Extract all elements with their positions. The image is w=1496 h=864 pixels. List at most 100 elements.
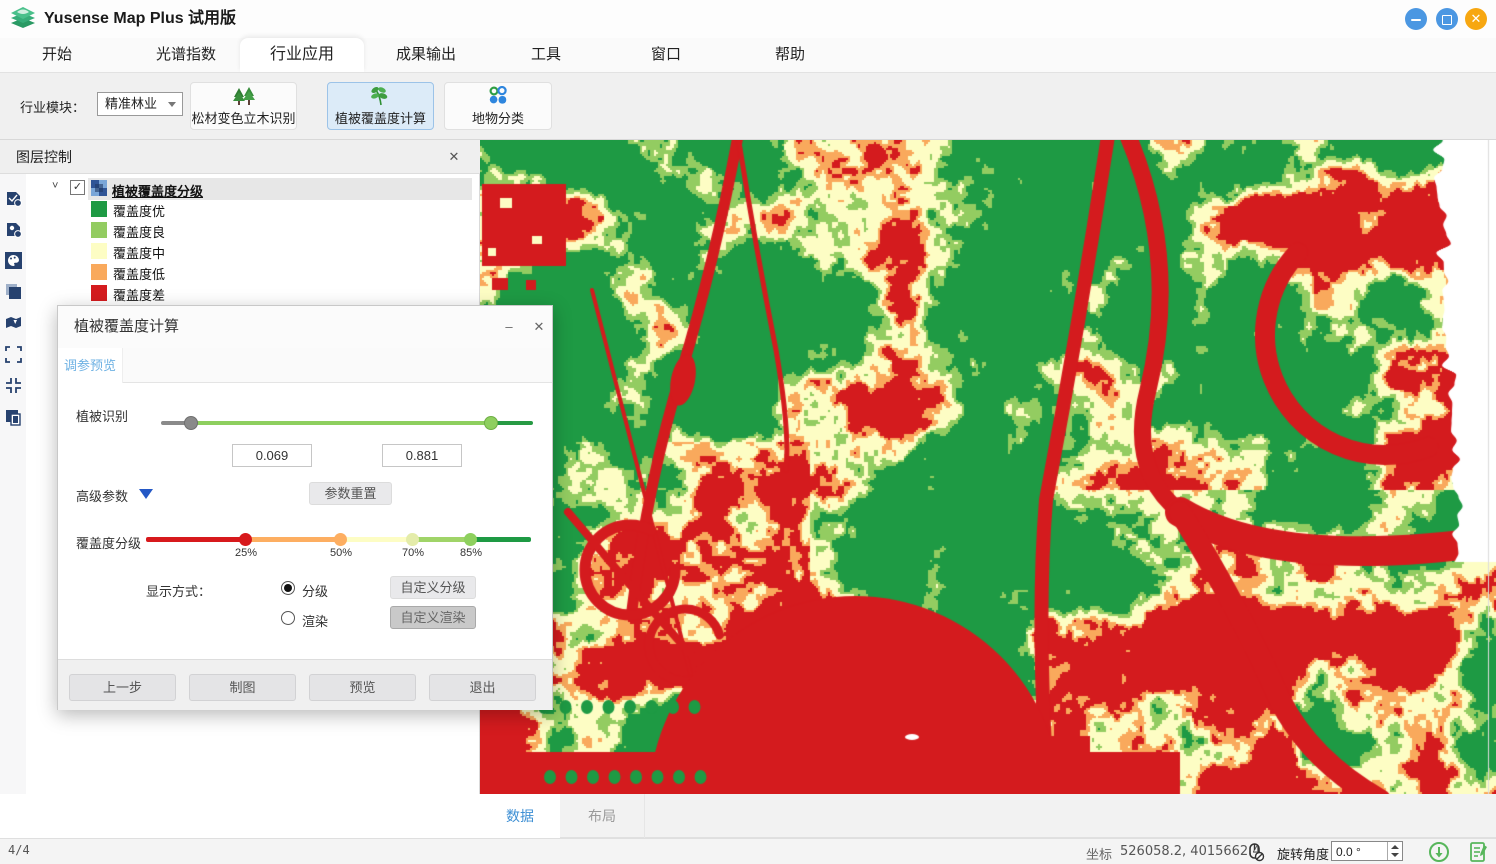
radio-graded[interactable] [281,581,295,595]
layer-name[interactable]: 植被覆盖度分级 [112,181,203,200]
veg-detect-label: 植被识别 [76,406,128,425]
tree-expand-icon[interactable]: ˅ [52,180,58,192]
app-title: Yusense Map Plus 试用版 [44,0,236,38]
fit-view-icon[interactable] [5,377,22,394]
palette-icon[interactable] [5,252,22,269]
raster-layer-icon [91,180,107,196]
grade-track-good [413,537,471,542]
legend-swatch-low [91,264,107,280]
ribbon-toolbar: 行业模块： 精准林业 松材变色立木识别 [0,72,1496,140]
swipe-layer-icon[interactable] [5,409,22,426]
title-bar: Yusense Map Plus 试用版 ✕ [0,0,1496,38]
exit-button[interactable]: 退出 [429,674,536,701]
dialog-title-bar: 植被覆盖度计算 – ✕ [58,306,552,348]
tab-param-preview[interactable]: 调参预览 [58,348,123,383]
preview-button[interactable]: 预览 [309,674,416,701]
veg-min-handle[interactable] [184,416,198,430]
refresh-download-icon[interactable] [1428,841,1450,863]
veg-min-input[interactable] [232,444,312,467]
legend-swatch-medium [91,243,107,259]
leaf-icon [328,83,433,110]
expand-triangle-icon[interactable] [138,488,154,500]
map-canvas[interactable] [480,140,1496,794]
vector-add-icon[interactable] [5,190,22,207]
legend-item: 覆盖度良 [30,220,470,241]
mouse-coordinate-icon[interactable] [1245,842,1265,862]
full-extent-icon[interactable] [5,346,22,363]
custom-render-button[interactable]: 自定义渲染 [390,606,476,629]
coverage-grading-label: 覆盖度分级 [76,533,141,552]
make-map-button[interactable]: 制图 [189,674,296,701]
layer-panel-header: 图层控制 ✕ [0,140,480,174]
grade-handle-25[interactable] [239,533,252,546]
veg-max-handle[interactable] [484,416,498,430]
industry-module-label: 行业模块： [20,97,85,116]
tick-70: 70% [393,547,433,559]
previous-step-button[interactable]: 上一步 [69,674,176,701]
legend-item: 覆盖度差 [30,283,470,304]
legend-item: 覆盖度低 [30,262,470,283]
landcover-classify-button[interactable]: 地物分类 [444,82,552,130]
menu-window[interactable]: 窗口 [636,38,696,72]
menu-bar: 开始 光谱指数 行业应用 成果输出 工具 窗口 帮助 [0,38,1496,72]
map-view[interactable] [480,140,1496,794]
rotation-spinbox [1331,841,1403,861]
legend-item: 覆盖度优 [30,199,470,220]
radio-graded-label: 分级 [302,581,328,600]
tab-layout[interactable]: 布局 [560,794,645,838]
panel-bottom-fill [0,794,480,838]
custom-grade-button[interactable]: 自定义分级 [390,576,476,599]
raster-add-icon[interactable] [5,221,22,238]
menu-industry-apps[interactable]: 行业应用 [240,38,364,72]
dialog-footer: 上一步 制图 预览 退出 [58,659,552,710]
layer-panel-title: 图层控制 [16,140,72,174]
rotation-input[interactable] [1334,842,1388,862]
menu-output[interactable]: 成果输出 [380,38,472,72]
log-list-icon[interactable] [1468,841,1490,863]
grade-handle-85[interactable] [464,533,477,546]
tab-data[interactable]: 数据 [480,794,560,838]
dialog-minimize-icon[interactable]: – [498,317,520,337]
grade-track-excellent [471,537,531,542]
app-logo-icon [8,4,38,34]
dialog-title: 植被覆盖度计算 [74,306,179,348]
rotation-spinner[interactable] [1387,842,1402,860]
reset-params-button[interactable]: 参数重置 [309,482,392,505]
radio-render[interactable] [281,611,295,625]
tick-85: 85% [451,547,491,559]
layer-visibility-checkbox[interactable]: ✓ [70,180,85,195]
menu-start[interactable]: 开始 [22,38,92,72]
page-indicator: 4/4 [8,843,30,857]
coordinate-value: 526058.2, 4015662.4 [1120,844,1261,859]
vegetation-coverage-dialog: 植被覆盖度计算 – ✕ 调参预览 植被识别 高级参数 参数重置 覆盖度分级 25… [57,305,553,710]
grade-track-poor [146,537,246,542]
spin-down-icon [1391,853,1399,857]
coordinate-label: 坐标 [1086,844,1112,863]
grade-handle-70[interactable] [406,533,419,546]
dialog-tab-row: 调参预览 [58,348,552,383]
basemap-icon[interactable] [5,314,22,331]
vegetation-coverage-button[interactable]: 植被覆盖度计算 [327,82,434,130]
maximize-button[interactable] [1436,8,1458,30]
minimize-button[interactable] [1405,8,1427,30]
veg-max-input[interactable] [382,444,462,467]
menu-tools[interactable]: 工具 [516,38,576,72]
pine-trees-icon [191,83,296,110]
veg-track-mid [191,421,491,425]
left-tool-strip [0,174,26,794]
industry-module-select[interactable]: 精准林业 [97,92,183,116]
spin-up-icon [1391,845,1399,849]
dialog-close-icon[interactable]: ✕ [528,317,550,337]
grade-handle-50[interactable] [334,533,347,546]
pine-wilt-detect-button[interactable]: 松材变色立木识别 [190,82,297,130]
tick-50: 50% [321,547,361,559]
display-mode-label: 显示方式： [146,581,211,600]
menu-help[interactable]: 帮助 [760,38,820,72]
legend-item: 覆盖度中 [30,241,470,262]
close-button[interactable]: ✕ [1465,8,1487,30]
rotation-label: 旋转角度 [1277,844,1329,863]
menu-spectral-index[interactable]: 光谱指数 [140,38,232,72]
classify-circles-icon [445,83,551,110]
layers-icon[interactable] [5,283,22,300]
layer-panel-close-icon[interactable]: ✕ [444,147,464,167]
